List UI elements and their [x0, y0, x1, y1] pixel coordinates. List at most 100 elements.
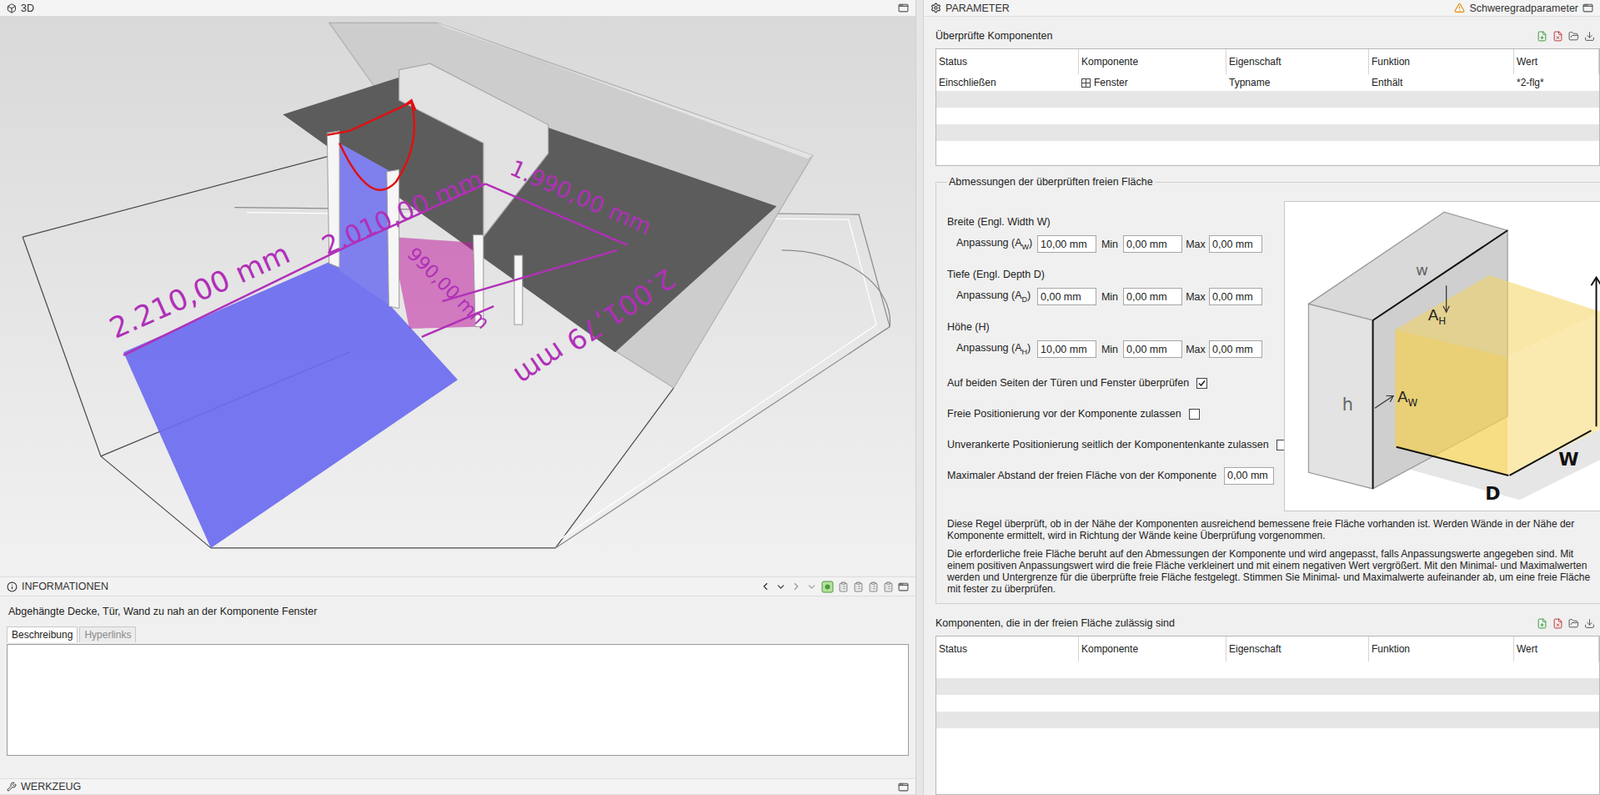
max-label: Max — [1182, 343, 1209, 356]
dimension-label: Höhe (H) — [947, 321, 1279, 335]
gear-icon — [930, 2, 942, 14]
column-header[interactable]: Wert — [1514, 49, 1600, 75]
distance-input[interactable] — [1223, 466, 1274, 485]
table-cell: *2-flg* — [1514, 74, 1600, 91]
column-header[interactable]: Komponente — [1078, 49, 1227, 75]
checkbox[interactable] — [1196, 377, 1208, 389]
allowed-components-title: Komponenten, die in der freien Fläche zu… — [935, 613, 1600, 632]
adjust-label: Anpassung (AW) — [956, 236, 1038, 251]
swing-arc — [326, 100, 416, 190]
max-input[interactable] — [1208, 340, 1263, 358]
min-input[interactable] — [1123, 235, 1183, 253]
max-label: Max — [1182, 290, 1209, 303]
folder-icon[interactable] — [1568, 30, 1580, 42]
add-icon[interactable] — [1536, 617, 1548, 629]
empty-row — [936, 694, 1600, 712]
table-row[interactable]: EinschließenFensterTypnameEnthält*2-flg* — [936, 74, 1600, 91]
table-cell: Einschließen — [936, 74, 1079, 91]
min-label: Min — [1096, 290, 1124, 303]
download-icon[interactable] — [1584, 617, 1595, 629]
checkbox[interactable] — [1188, 408, 1200, 420]
empty-row — [936, 140, 1600, 158]
tool-title-text: WERKZEUG — [20, 780, 81, 793]
maximize-icon[interactable] — [897, 2, 909, 14]
view-3d-title-text: 3D — [20, 2, 35, 15]
table-cell: Enthält — [1369, 74, 1515, 91]
maximize-icon[interactable] — [897, 781, 909, 793]
highlight-icon[interactable] — [821, 580, 834, 593]
column-header[interactable]: Funktion — [1369, 49, 1515, 75]
dimension-group: Tiefe (Engl. Depth D)Anpassung (AD)MinMa… — [947, 268, 1279, 322]
max-label: Max — [1182, 238, 1209, 251]
column-header[interactable]: Status — [936, 49, 1079, 75]
maximize-icon[interactable] — [1582, 2, 1594, 14]
min-input[interactable] — [1123, 287, 1183, 306]
panel-divider[interactable] — [915, 0, 924, 795]
remove-icon[interactable] — [1552, 617, 1564, 629]
min-input[interactable] — [1123, 340, 1183, 358]
view-3d-header: 3D — [0, 0, 916, 17]
clipboard-icon[interactable] — [882, 581, 894, 592]
dimension-label: 2.010,00 mm — [317, 164, 488, 261]
viewport-3d[interactable]: 2.210,00 mm2.010,00 mm1.990,00 mm2.001,7… — [0, 16, 916, 572]
window-icon — [1081, 78, 1091, 88]
dropdown-icon[interactable] — [775, 581, 787, 592]
table-header: StatusKomponenteEigenschaftFunktionWert — [936, 49, 1600, 75]
next-icon[interactable] — [790, 580, 803, 592]
adjust-row: Anpassung (AW)MinMax — [947, 235, 1279, 253]
parameter-title: PARAMETER — [930, 2, 1010, 15]
checkbox-row: Freie Positionierung vor der Komponente … — [947, 404, 1279, 423]
adjust-input[interactable] — [1037, 287, 1097, 306]
column-header[interactable]: Eigenschaft — [1226, 636, 1370, 662]
max-input[interactable] — [1208, 287, 1263, 306]
severity-text[interactable]: Schweregradparameter — [1469, 2, 1579, 15]
warning-icon — [1454, 2, 1465, 14]
allowed-components-table: StatusKomponenteEigenschaftFunktionWert — [935, 635, 1600, 795]
empty-row — [936, 90, 1600, 108]
view-3d-title: 3D — [6, 2, 35, 15]
adjust-label: Anpassung (AH) — [956, 341, 1038, 357]
diagram-panel: wAHhAWDW — [1284, 200, 1600, 512]
clipboard-icon[interactable] — [837, 581, 849, 592]
adjust-input[interactable] — [1037, 235, 1097, 253]
add-icon[interactable] — [1536, 30, 1548, 42]
input-row: Maximaler Abstand der freien Fläche von … — [947, 466, 1279, 485]
parameter-header: PARAMETER Schweregradparameter — [923, 0, 1600, 17]
app-window: 3D2.210,00 mm2.010,00 mm1.990,00 mm2.001… — [0, 0, 1600, 795]
description-box[interactable] — [6, 643, 909, 756]
left-column: 3D2.210,00 mm2.010,00 mm1.990,00 mm2.001… — [0, 0, 916, 795]
severity-link[interactable]: Schweregradparameter — [1454, 2, 1594, 15]
remove-icon[interactable] — [1552, 30, 1564, 42]
tool-header: WERKZEUG — [0, 777, 916, 795]
info-tab[interactable]: Beschreibung — [6, 626, 78, 643]
previous-icon[interactable] — [759, 580, 772, 592]
table-header: StatusKomponenteEigenschaftFunktionWert — [936, 636, 1600, 662]
empty-row — [936, 124, 1600, 141]
clipboard-icon[interactable] — [852, 581, 864, 592]
dimensions-form: Breite (Engl. Width W)Anpassung (AW)MinM… — [947, 200, 1600, 512]
table-toolbar — [1536, 617, 1595, 629]
column-header[interactable]: Wert — [1514, 636, 1600, 662]
maximize-icon[interactable] — [897, 581, 909, 592]
max-input[interactable] — [1208, 235, 1263, 253]
download-icon[interactable] — [1584, 30, 1595, 42]
info-title-text: INFORMATIONEN — [21, 580, 109, 592]
scene-3d[interactable]: 2.210,00 mm2.010,00 mm1.990,00 mm2.001,7… — [0, 16, 916, 572]
column-header[interactable]: Komponente — [1078, 636, 1227, 662]
dimensions-group: Abmessungen der überprüften freien Fläch… — [935, 175, 1600, 604]
clipboard-icon[interactable] — [867, 581, 879, 592]
diagram-label: AW — [1397, 387, 1419, 409]
help-paragraph: Die erforderliche freie Fläche beruht au… — [947, 547, 1594, 595]
column-header[interactable]: Eigenschaft — [1226, 49, 1370, 75]
folder-icon[interactable] — [1568, 617, 1580, 629]
column-header[interactable]: Status — [936, 636, 1079, 662]
info-tab[interactable]: Hyperlinks — [79, 626, 136, 643]
diagram-label: AH — [1428, 305, 1447, 327]
adjust-input[interactable] — [1037, 340, 1097, 358]
checked-components-table: StatusKomponenteEigenschaftFunktionWertE… — [935, 48, 1600, 166]
column-header[interactable]: Funktion — [1369, 636, 1515, 662]
empty-row — [936, 727, 1600, 745]
dropdown-icon[interactable] — [806, 581, 818, 592]
dimension-label: 2.001,79 mm — [507, 261, 681, 392]
checkbox-row: Unverankerte Positionierung seitlich der… — [947, 435, 1279, 454]
